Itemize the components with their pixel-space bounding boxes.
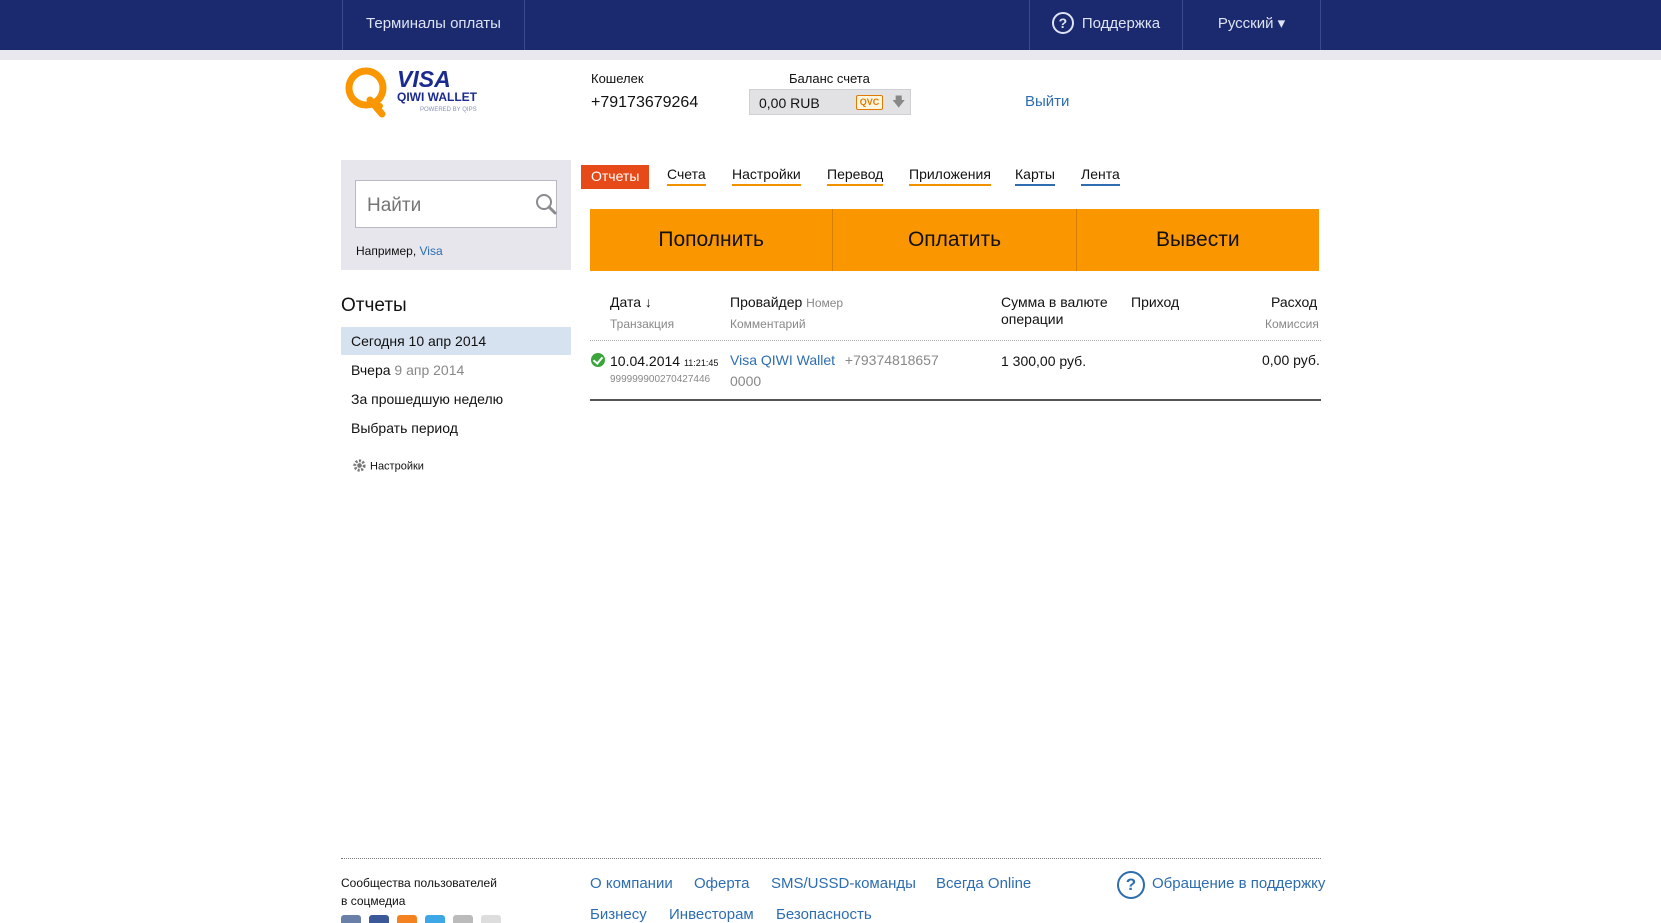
search-hint-prefix: Например, — [356, 244, 417, 258]
column-header-provider: Провайдер Номер — [730, 294, 843, 310]
qvc-currency-badge: QVC — [856, 95, 883, 110]
search-hint-example-link[interactable]: Visa — [420, 244, 443, 258]
facebook-icon[interactable] — [369, 915, 389, 923]
footer-link-investors[interactable]: Инвесторам — [669, 906, 754, 923]
withdraw-button[interactable]: Вывести — [1077, 209, 1319, 271]
column-header-date[interactable]: Дата ↓ — [610, 294, 652, 310]
help-circle-icon[interactable]: ? — [1117, 871, 1145, 899]
footer-link-security[interactable]: Безопасность — [776, 906, 872, 923]
column-header-amount-line2: операции — [1001, 311, 1064, 327]
qiwi-logo-icon: VISA QIWI WALLET POWERED BY QIPS — [345, 66, 478, 118]
search-input[interactable] — [355, 180, 557, 228]
table-header-divider — [590, 340, 1321, 341]
table-bottom-divider — [590, 399, 1321, 401]
row-comment: 0000 — [730, 373, 762, 389]
report-period-today[interactable]: Сегодня 10 апр 2014 — [341, 327, 571, 355]
tab-feed[interactable]: Лента — [1081, 166, 1120, 186]
tab-settings[interactable]: Настройки — [732, 166, 801, 186]
report-period-date: 9 апр 2014 — [394, 362, 465, 378]
report-settings-label: Настройки — [370, 460, 424, 473]
row-expense: 0,00 руб. — [1262, 352, 1320, 368]
row-provider-link[interactable]: Visa QIWI Wallet — [730, 352, 835, 368]
column-header-amount-line1: Сумма в валюте — [1001, 294, 1108, 310]
row-date-value: 10.04.2014 — [610, 353, 681, 369]
footer-divider — [341, 858, 1321, 859]
twitter-icon[interactable] — [425, 915, 445, 923]
support-link[interactable]: ? Поддержка — [1029, 0, 1182, 50]
row-date: 10.04.2014 11:21:45 — [610, 353, 718, 369]
gear-icon — [353, 459, 366, 472]
balance-label: Баланс счета — [789, 71, 870, 86]
help-circle-icon: ? — [1051, 11, 1074, 34]
footer-social-line2: в соцмедиа — [341, 894, 406, 908]
column-header-provider-label: Провайдер — [730, 294, 803, 310]
logout-link[interactable]: Выйти — [1025, 93, 1069, 110]
footer-social-line1: Сообщества пользователей — [341, 876, 497, 890]
pay-button[interactable]: Оплатить — [833, 209, 1077, 271]
report-period-label: Сегодня 10 апр 2014 — [351, 333, 487, 349]
search-hint: Например, Visa — [356, 244, 443, 258]
social-icons — [341, 915, 501, 923]
report-period-label: Выбрать период — [351, 420, 458, 436]
row-amount: 1 300,00 руб. — [1001, 353, 1087, 369]
footer-support-request-link[interactable]: Обращение в поддержку — [1152, 875, 1325, 892]
mail-icon[interactable] — [453, 915, 473, 923]
top-navigation-bar: Терминалы оплаты ? Поддержка Русский ▾ — [0, 0, 1661, 50]
report-period-yesterday[interactable]: Вчера 9 апр 2014 — [341, 356, 571, 384]
footer-link-about[interactable]: О компании — [590, 875, 673, 892]
payment-terminals-link[interactable]: Терминалы оплаты — [342, 0, 525, 50]
report-period-custom[interactable]: Выбрать период — [341, 414, 571, 442]
footer-link-always-online[interactable]: Всегда Online — [936, 875, 1031, 892]
row-time: 11:21:45 — [683, 358, 719, 368]
language-selector[interactable]: Русский ▾ — [1182, 0, 1321, 50]
balance-value: 0,00 RUB — [759, 95, 820, 111]
logo-qiwi-text: QIWI WALLET — [397, 90, 478, 104]
column-header-income: Приход — [1131, 294, 1180, 310]
vk-icon[interactable] — [341, 915, 361, 923]
column-header-commission: Комиссия — [1265, 317, 1319, 331]
row-provider: Visa QIWI Wallet +79374818657 — [730, 352, 939, 368]
balance-selector[interactable]: 0,00 RUB QVC 🡇 — [749, 89, 911, 115]
search-icon[interactable] — [535, 193, 557, 215]
reports-section-title: Отчеты — [341, 295, 407, 316]
logo-powered-text: POWERED BY QIPS — [420, 107, 477, 113]
header-divider — [0, 50, 1661, 60]
report-period-last-week[interactable]: За прошедшую неделю — [341, 385, 571, 413]
report-period-label: За прошедшую неделю — [351, 391, 504, 407]
tab-reports[interactable]: Отчеты — [581, 165, 650, 189]
success-check-icon — [591, 353, 605, 367]
support-label: Поддержка — [1081, 15, 1161, 32]
tab-cards[interactable]: Карты — [1015, 166, 1055, 186]
search-panel: Например, Visa — [341, 160, 571, 270]
row-transaction-id: 999999900270427446 — [610, 374, 711, 385]
column-header-transaction: Транзакция — [610, 317, 675, 331]
tab-transfer[interactable]: Перевод — [827, 166, 884, 186]
wallet-number: +79173679264 — [591, 94, 699, 111]
footer-social-caption: Сообщества пользователей в соцмедиа — [341, 874, 497, 910]
odnoklassniki-icon[interactable] — [397, 915, 417, 923]
column-header-expense: Расход — [1271, 294, 1318, 310]
youtube-icon[interactable] — [481, 915, 501, 923]
tab-apps[interactable]: Приложения — [909, 166, 991, 186]
footer-link-sms-ussd[interactable]: SMS/USSD-команды — [771, 875, 916, 892]
top-up-button[interactable]: Пополнить — [590, 209, 834, 271]
footer-link-offer[interactable]: Оферта — [694, 875, 749, 892]
report-period-label: Вчера — [351, 362, 391, 378]
column-header-comment: Комментарий — [730, 317, 806, 331]
column-header-amount: Сумма в валюте операции — [1001, 294, 1108, 328]
column-header-number: Номер — [806, 296, 844, 310]
arrow-down-icon[interactable]: 🡇 — [892, 93, 905, 115]
visa-qiwi-wallet-logo[interactable]: VISA QIWI WALLET POWERED BY QIPS — [344, 64, 494, 120]
wallet-label: Кошелек — [591, 71, 644, 86]
row-number: +79374818657 — [844, 352, 939, 368]
logo-visa-text: VISA — [397, 66, 451, 92]
tab-accounts[interactable]: Счета — [667, 166, 706, 186]
report-settings-link[interactable]: Настройки — [352, 459, 424, 473]
footer-link-business[interactable]: Бизнесу — [590, 906, 647, 923]
action-buttons: Пополнить Оплатить Вывести — [590, 209, 1319, 271]
